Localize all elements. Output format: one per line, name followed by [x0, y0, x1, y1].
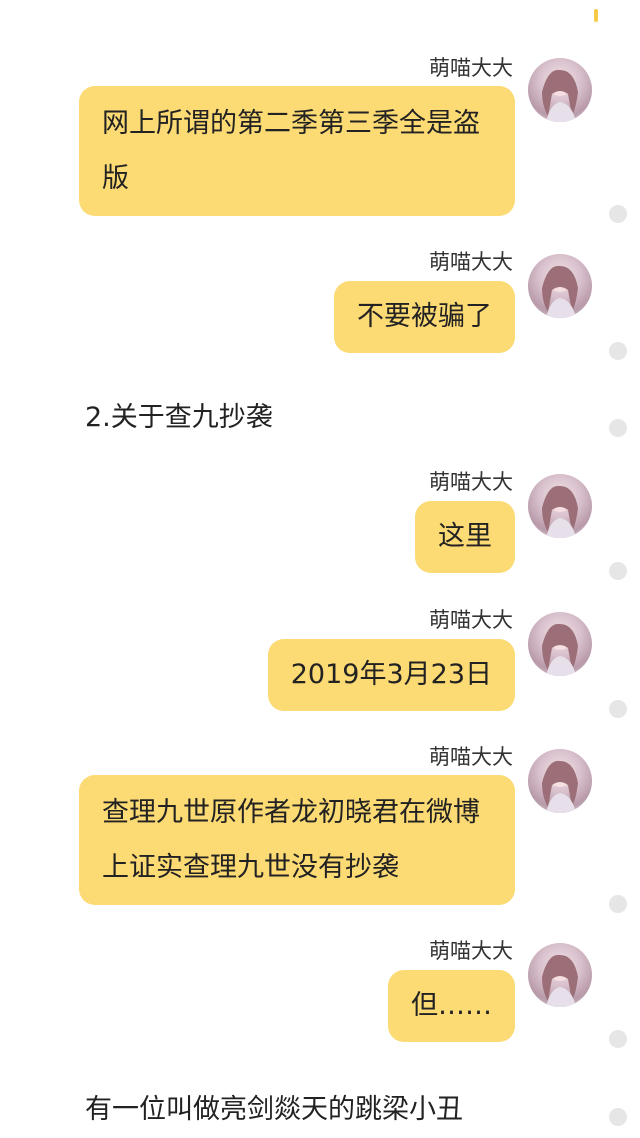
- avatar-icon[interactable]: [528, 943, 592, 1007]
- sender-name: 萌喵大大: [429, 745, 513, 769]
- message-bubble[interactable]: 但……: [388, 970, 515, 1042]
- plain-text-line: 有一位叫做亮剑燚天的跳梁小丑: [85, 1094, 463, 1125]
- sender-name: 萌喵大大: [429, 939, 513, 963]
- avatar-icon[interactable]: [528, 58, 592, 122]
- status-dot-icon: [609, 205, 627, 223]
- top-indicator: [594, 9, 598, 22]
- status-dot-icon: [609, 419, 627, 437]
- sender-name: 萌喵大大: [429, 250, 513, 274]
- message-bubble[interactable]: 不要被骗了: [334, 281, 515, 353]
- status-dot-icon: [609, 1030, 627, 1048]
- avatar-icon[interactable]: [528, 474, 592, 538]
- status-dot-icon: [609, 1108, 627, 1126]
- message-bubble[interactable]: 2019年3月23日: [267, 639, 515, 711]
- sender-name: 萌喵大大: [429, 608, 513, 632]
- message-bubble[interactable]: 查理九世原作者龙初晓君在微博上证实查理九世没有抄袭: [79, 775, 515, 905]
- sender-name: 萌喵大大: [429, 470, 513, 494]
- status-dot-icon: [609, 700, 627, 718]
- sender-name: 萌喵大大: [429, 56, 513, 80]
- avatar-icon[interactable]: [528, 612, 592, 676]
- plain-text-heading: 2.关于查九抄袭: [85, 402, 273, 433]
- status-dot-icon: [609, 562, 627, 580]
- avatar-icon[interactable]: [528, 749, 592, 813]
- message-bubble[interactable]: 这里: [415, 501, 515, 573]
- avatar-icon[interactable]: [528, 254, 592, 318]
- status-dot-icon: [609, 895, 627, 913]
- message-bubble[interactable]: 网上所谓的第二季第三季全是盗版: [79, 86, 515, 216]
- status-dot-icon: [609, 342, 627, 360]
